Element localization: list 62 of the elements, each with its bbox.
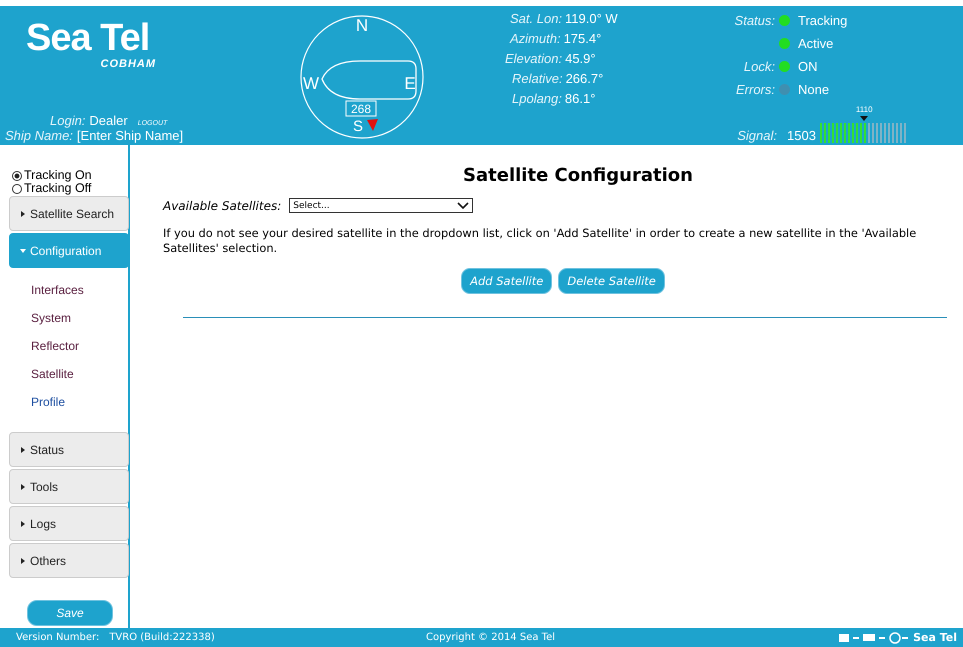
signal-label: Signal:	[736, 128, 777, 143]
login-value: Dealer	[89, 113, 128, 128]
status-value: ON	[798, 59, 818, 74]
chevron-icon	[457, 202, 470, 210]
caret-icon	[20, 520, 26, 526]
pointer-icon	[367, 119, 378, 131]
menu-link[interactable]: Satellite	[0, 360, 128, 388]
menu-section[interactable]: Logs	[9, 506, 129, 541]
menu-link[interactable]: System	[0, 304, 128, 332]
login-label: Login:	[50, 113, 86, 128]
select-label: Available Satellites:	[163, 198, 282, 212]
reading-label: Sat. Lon:	[510, 11, 562, 26]
ship-name-label: Ship Name:	[5, 128, 73, 143]
status-label: Errors:	[736, 82, 775, 97]
menu-link[interactable]: Profile	[0, 388, 128, 416]
reading-value: 119.0° W	[565, 11, 618, 26]
reading-label: Lpolang:	[512, 91, 562, 106]
reading-label: Relative:	[512, 71, 563, 86]
threshold-value: 1110	[856, 105, 873, 114]
reading-value: 86.1°	[564, 91, 596, 106]
reading-label: Elevation:	[505, 51, 562, 66]
menu-link[interactable]: Interfaces	[0, 276, 128, 304]
menu-section[interactable]: Satellite Search	[9, 196, 129, 231]
compass-south: S	[353, 118, 363, 135]
caret-icon	[20, 248, 26, 254]
status-value: Active	[798, 36, 834, 51]
heading-value: 268	[350, 102, 372, 116]
compass-east: E	[404, 74, 416, 93]
status-value: Tracking	[798, 13, 848, 28]
signal-value: 1503	[787, 128, 816, 143]
radio-label: Tracking On	[24, 169, 92, 182]
menu-link[interactable]: Reflector	[0, 332, 128, 360]
status-label: Status:	[734, 13, 775, 28]
menu-section[interactable]: Status	[9, 432, 129, 467]
help-text: If you do not see your desired satellite in the dropdown list, click on 'Add Satellite' in order to create a new satellite in the 'Available Satellites' selection.	[163, 226, 918, 256]
caret-icon	[20, 558, 26, 564]
version-value: TVRO (Build:222338)	[109, 632, 215, 643]
compass-west: W	[302, 74, 320, 93]
compass-north: N	[356, 16, 368, 35]
status-label: Lock:	[744, 59, 775, 74]
menu-section[interactable]: Tools	[9, 469, 129, 504]
satellite-select[interactable]: Select...	[289, 198, 474, 213]
threshold-marker-icon	[860, 116, 868, 121]
status-value: None	[798, 82, 830, 97]
footer-logo: Sea Tel	[913, 631, 957, 644]
caret-icon	[20, 446, 26, 452]
reading-value: 266.7°	[566, 71, 604, 86]
logo-subtitle: COBHAM	[100, 58, 156, 70]
caret-icon	[20, 484, 26, 490]
caret-icon	[20, 210, 26, 216]
version-label: Version Number:	[16, 632, 100, 643]
menu-section[interactable]: Others	[9, 543, 129, 578]
reading-value: 175.4°	[564, 31, 602, 46]
logo-text: Sea Tel	[26, 18, 150, 58]
page-title: Satellite Configuration	[462, 165, 694, 186]
radio-label: Tracking Off	[24, 182, 92, 195]
network-diagram-icon	[839, 632, 910, 644]
radio-button[interactable]	[12, 184, 22, 194]
reading-label: Azimuth:	[510, 31, 561, 46]
reading-value: 45.9°	[565, 51, 596, 66]
copyright-text: Copyright © 2014 Sea Tel	[426, 632, 556, 643]
radio-button[interactable]	[12, 170, 22, 180]
